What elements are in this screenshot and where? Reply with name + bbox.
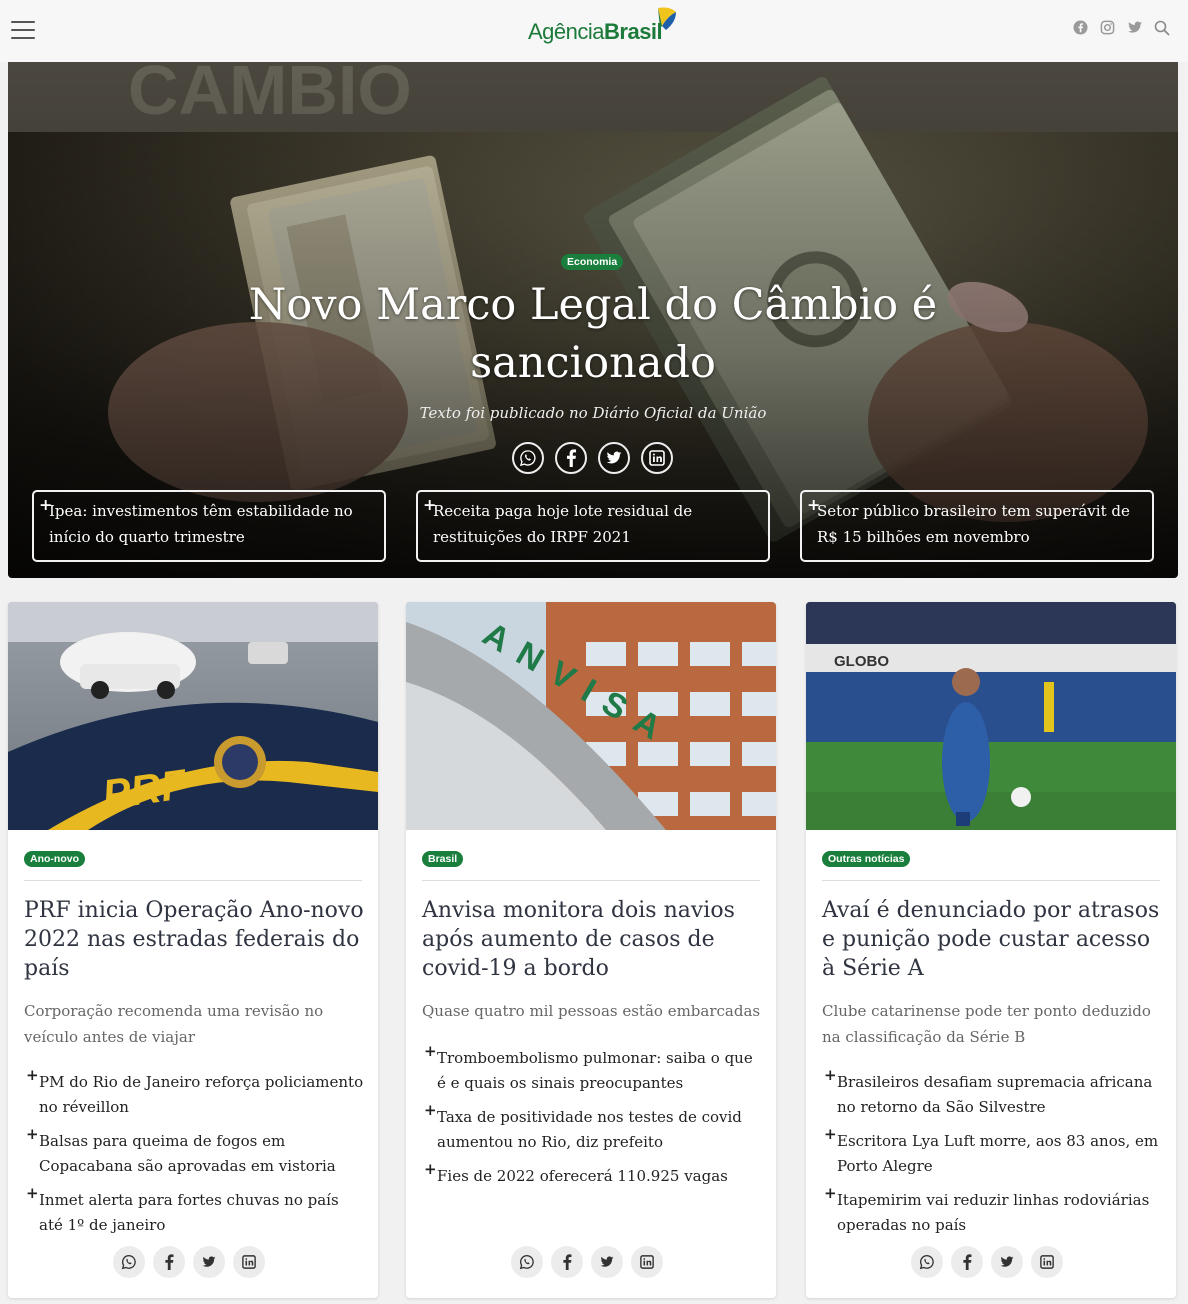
news-card: ANVISA Brasil Anvisa monitora dois navio… (406, 602, 776, 1298)
facebook-icon[interactable] (555, 442, 587, 474)
facebook-icon[interactable] (951, 1246, 983, 1278)
whatsapp-icon[interactable] (511, 1246, 543, 1278)
card-headline[interactable]: Avaí é denunciado por atrasos e punição … (822, 896, 1164, 983)
logo-flag-icon (658, 7, 676, 30)
category-badge[interactable]: Brasil (422, 851, 464, 867)
linkedin-icon[interactable] (233, 1246, 265, 1278)
facebook-icon[interactable] (153, 1246, 185, 1278)
related-link-text: Inmet alerta para fortes chuvas no país … (39, 1191, 339, 1234)
whatsapp-icon[interactable] (911, 1246, 943, 1278)
card-image[interactable]: ANVISA (406, 602, 776, 830)
card-share-buttons (113, 1246, 265, 1278)
plus-icon: + (39, 495, 53, 514)
facebook-icon[interactable] (551, 1246, 583, 1278)
hero-share-buttons (512, 442, 673, 474)
whatsapp-icon[interactable] (113, 1246, 145, 1278)
linkedin-icon[interactable] (1031, 1246, 1063, 1278)
news-card: PRF Ano-novo PRF inicia Operação Ano-nov… (8, 602, 378, 1298)
hero-related-text: Ipea: investimentos têm estabilidade no … (49, 502, 353, 546)
card-headline[interactable]: Anvisa monitora dois navios após aumento… (422, 896, 764, 983)
plus-icon: + (26, 1184, 39, 1202)
twitter-icon[interactable] (193, 1246, 225, 1278)
hero-related-link[interactable]: + Ipea: investimentos têm estabilidade n… (32, 490, 386, 562)
card-share-buttons (911, 1246, 1063, 1278)
linkedin-icon[interactable] (641, 442, 673, 474)
plus-icon: + (824, 1184, 837, 1202)
twitter-icon[interactable] (991, 1246, 1023, 1278)
divider (822, 880, 1160, 881)
plus-icon: + (423, 495, 437, 514)
card-description: Quase quatro mil pessoas estão embarcada… (422, 1002, 761, 1020)
related-link[interactable]: + Inmet alerta para fortes chuvas no país… (24, 1184, 364, 1238)
related-link-text: Fies de 2022 oferecerá 110.925 vagas (437, 1167, 728, 1185)
card-share-buttons (511, 1246, 663, 1278)
related-link[interactable]: + PM do Rio de Janeiro reforça policiamen… (24, 1066, 364, 1120)
top-header: AgênciaBrasil (0, 0, 1188, 62)
related-link[interactable]: + Tromboembolismo pulmonar: saiba o que é… (422, 1042, 762, 1096)
plus-icon: + (424, 1160, 437, 1178)
twitter-icon[interactable] (598, 442, 630, 474)
facebook-icon[interactable] (1073, 20, 1089, 36)
divider (422, 880, 760, 881)
related-link[interactable]: + Taxa de positividade nos testes de covi… (422, 1101, 762, 1155)
news-card: GLOBO Outras notícias Avaí é denunciado … (806, 602, 1176, 1298)
related-link-text: Escritora Lya Luft morre, aos 83 anos, e… (837, 1132, 1159, 1175)
card-description: Clube catarinense pode ter ponto deduzid… (822, 1002, 1151, 1046)
card-image[interactable]: PRF (8, 602, 378, 830)
related-link-text: Itapemirim vai reduzir linhas rodoviária… (837, 1191, 1150, 1234)
related-link[interactable]: + Balsas para queima de fogos em Copacaba… (24, 1125, 364, 1179)
hero-related-link[interactable]: + Receita paga hoje lote residual de res… (416, 490, 770, 562)
logo-word-agencia: Agência (528, 19, 605, 44)
whatsapp-icon[interactable] (512, 442, 544, 474)
related-links: + Tromboembolismo pulmonar: saiba o que é… (422, 1042, 762, 1198)
related-links: + Brasileiros desafiam supremacia african… (822, 1066, 1162, 1247)
related-link-text: Balsas para queima de fogos em Copacaban… (39, 1132, 336, 1175)
category-badge[interactable]: Outras notícias (822, 851, 911, 867)
instagram-icon[interactable] (1100, 20, 1116, 36)
hero-category-badge[interactable]: Economia (561, 254, 624, 270)
hero-related-link[interactable]: + Setor público brasileiro tem superávit… (800, 490, 1154, 562)
related-link[interactable]: + Brasileiros desafiam supremacia african… (822, 1066, 1162, 1120)
card-description: Corporação recomenda uma revisão no veíc… (24, 1002, 324, 1046)
twitter-icon[interactable] (1127, 20, 1143, 36)
related-link-text: Brasileiros desafiam supremacia africana… (837, 1073, 1153, 1116)
featured-story[interactable]: CAMBIO Economia Novo Marco Legal do Câmb… (8, 62, 1178, 578)
plus-icon: + (424, 1042, 437, 1060)
card-image[interactable]: GLOBO (806, 602, 1176, 830)
logo-word-brasil: Brasil (604, 19, 663, 44)
related-link[interactable]: + Fies de 2022 oferecerá 110.925 vagas (422, 1160, 762, 1189)
divider (24, 880, 362, 881)
card-headline[interactable]: PRF inicia Operação Ano-novo 2022 nas es… (24, 896, 366, 983)
hero-related-text: Receita paga hoje lote residual de resti… (433, 502, 693, 546)
plus-icon: + (424, 1101, 437, 1119)
hero-headline[interactable]: Novo Marco Legal do Câmbio é sancionado (208, 276, 978, 392)
plus-icon: + (824, 1125, 837, 1143)
related-link-text: PM do Rio de Janeiro reforça policiament… (39, 1073, 364, 1116)
related-link[interactable]: + Escritora Lya Luft morre, aos 83 anos, … (822, 1125, 1162, 1179)
twitter-icon[interactable] (591, 1246, 623, 1278)
category-badge[interactable]: Ano-novo (24, 851, 85, 867)
related-links: + PM do Rio de Janeiro reforça policiamen… (24, 1066, 364, 1247)
hero-subtitle: Texto foi publicado no Diário Oficial da… (419, 404, 767, 422)
plus-icon: + (26, 1125, 39, 1143)
menu-icon[interactable] (11, 21, 35, 39)
plus-icon: + (807, 495, 821, 514)
related-link-text: Tromboembolismo pulmonar: saiba o que é … (437, 1049, 753, 1092)
plus-icon: + (26, 1066, 39, 1084)
related-link-text: Taxa de positividade nos testes de covid… (437, 1108, 742, 1151)
plus-icon: + (824, 1066, 837, 1084)
card-image-caption: GLOBO (834, 653, 889, 670)
related-link[interactable]: + Itapemirim vai reduzir linhas rodoviári… (822, 1184, 1162, 1238)
search-icon[interactable] (1154, 20, 1170, 36)
linkedin-icon[interactable] (631, 1246, 663, 1278)
hero-related-text: Setor público brasileiro tem superávit d… (817, 502, 1130, 546)
